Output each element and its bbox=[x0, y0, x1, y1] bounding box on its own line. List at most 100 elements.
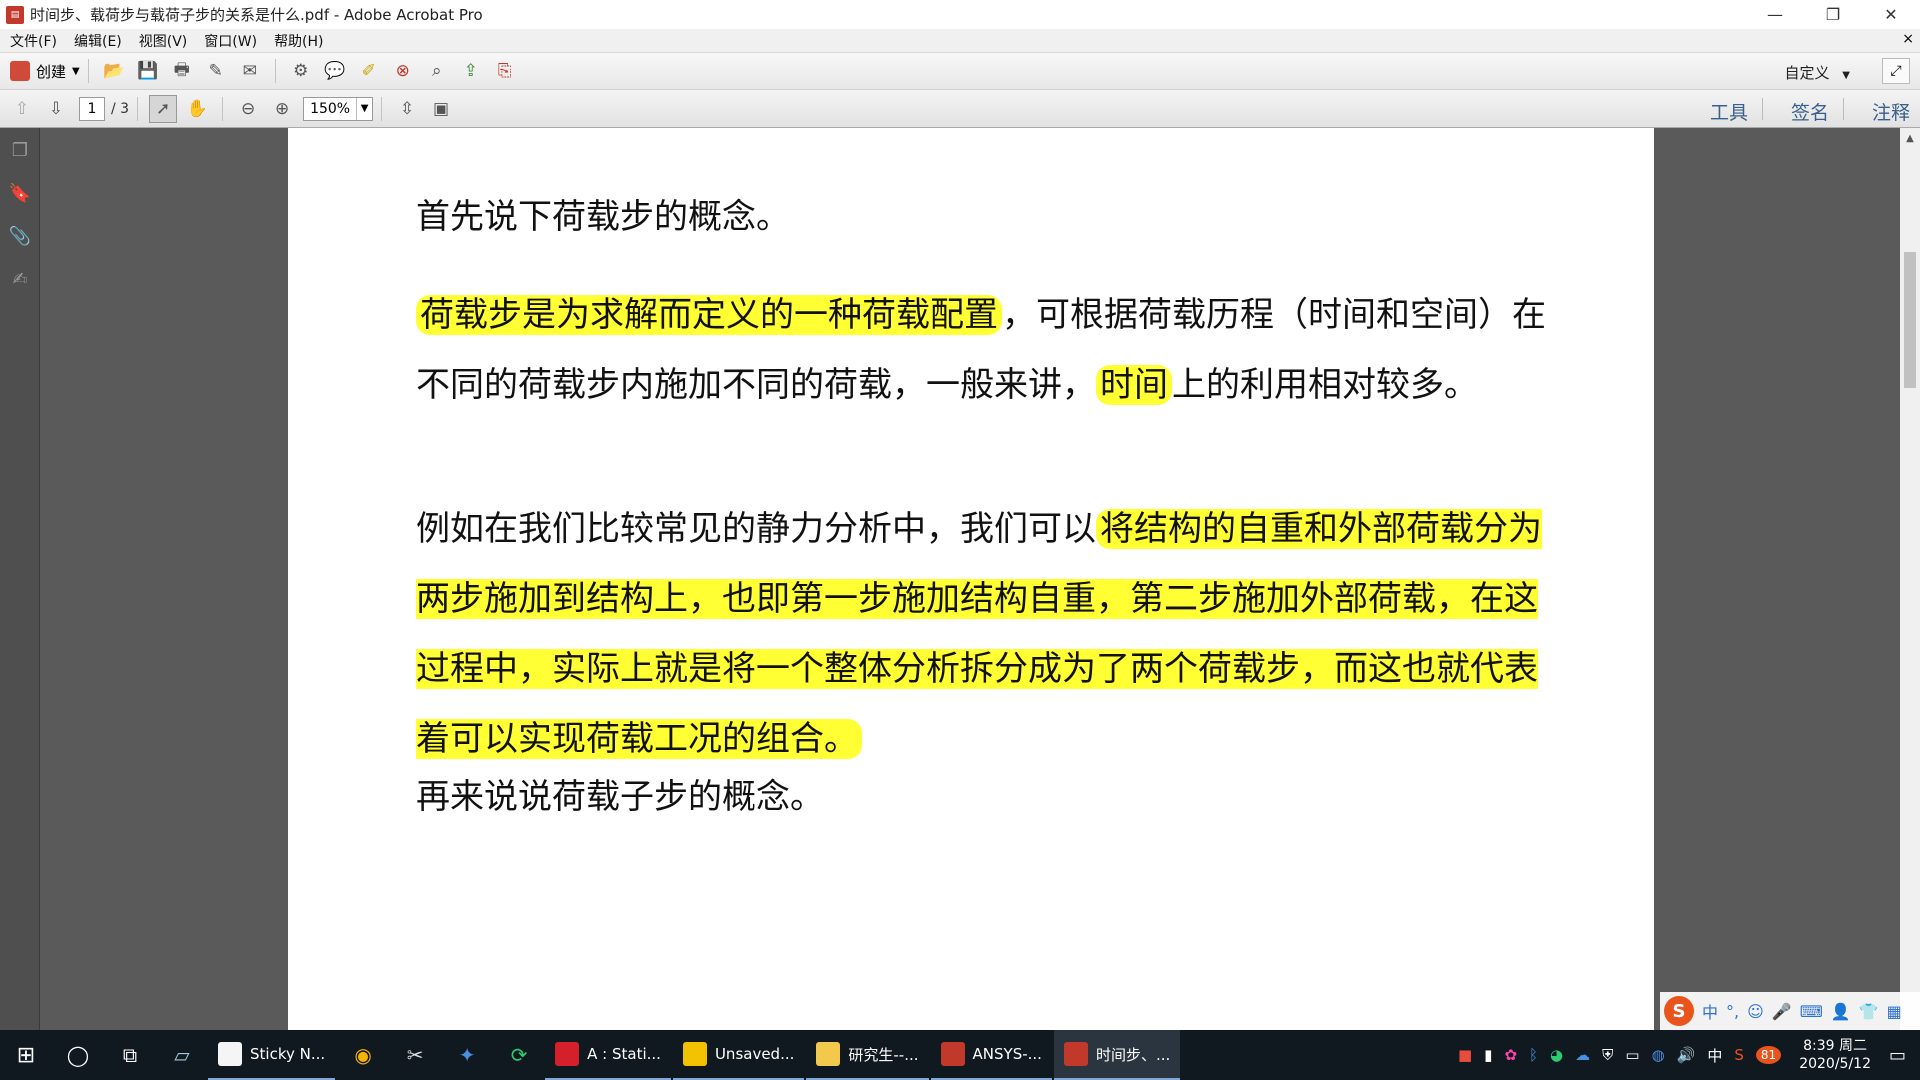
cloud-icon[interactable]: ☁ bbox=[1575, 1046, 1590, 1064]
notes-app-icon[interactable]: ▱ bbox=[156, 1030, 208, 1080]
task-view-icon[interactable]: ⧉ bbox=[104, 1030, 156, 1080]
vertical-scrollbar[interactable]: ▲ bbox=[1900, 128, 1920, 1030]
windows-start-icon[interactable]: ⊞ bbox=[0, 1030, 52, 1080]
paragraph-1: 首先说下荷载步的概念。 bbox=[416, 197, 790, 237]
tab-sign[interactable]: 签名 bbox=[1791, 98, 1829, 125]
navigation-pane: ❐ 🔖 📎 ✍ bbox=[0, 128, 40, 1030]
highlighted-text[interactable]: 荷载步是为求解而定义的一种荷载配置 bbox=[416, 295, 1002, 335]
toolbox-icon[interactable]: ▦ bbox=[1887, 1002, 1902, 1021]
tab-tools[interactable]: 工具 bbox=[1710, 98, 1748, 125]
page-number-input[interactable]: 1 bbox=[79, 96, 105, 121]
menu-help[interactable]: 帮助(H) bbox=[274, 31, 323, 51]
zoom-select[interactable]: 150% ▼ bbox=[303, 96, 374, 121]
attachments-icon[interactable]: 📎 bbox=[8, 224, 32, 248]
wechat-icon[interactable]: ◕ bbox=[1550, 1046, 1563, 1064]
hand-tool-icon[interactable]: ✋ bbox=[183, 95, 211, 123]
find-icon[interactable]: ⌕ bbox=[423, 57, 451, 85]
pdf-page[interactable]: 首先说下荷载步的概念。 荷载步是为求解而定义的一种荷载配置 ，可根据荷载历程（时间… bbox=[288, 128, 1654, 1030]
input-language-icon[interactable]: 中 bbox=[1707, 1045, 1722, 1066]
customize-dropdown[interactable]: 自定义 ▼ bbox=[1785, 62, 1851, 83]
open-folder-icon[interactable]: 📂 bbox=[100, 57, 128, 85]
sticky-notes-icon bbox=[218, 1042, 242, 1066]
taskbar-app-label: 研究生--... bbox=[848, 1045, 919, 1064]
menu-window[interactable]: 窗口(W) bbox=[204, 31, 257, 51]
bookmarks-icon[interactable]: 🔖 bbox=[8, 181, 32, 205]
comment-icon[interactable]: 💬 bbox=[321, 57, 349, 85]
stamp-icon[interactable]: ⎘ bbox=[491, 57, 519, 85]
notification-badge[interactable]: 81 bbox=[1755, 1046, 1782, 1064]
next-page-icon[interactable]: ⇩ bbox=[42, 95, 70, 123]
chrome-icon[interactable]: ◉ bbox=[337, 1030, 389, 1080]
microphone-icon[interactable]: 🎤 bbox=[1772, 1002, 1792, 1021]
edit-icon[interactable]: ✎ bbox=[202, 57, 230, 85]
search-icon[interactable]: ◯ bbox=[52, 1030, 104, 1080]
emoji-icon[interactable]: ☺ bbox=[1747, 1002, 1764, 1021]
fit-page-icon[interactable]: ▣ bbox=[427, 95, 455, 123]
scrollbar-thumb[interactable] bbox=[1904, 252, 1916, 388]
delete-page-icon[interactable]: ⊗ bbox=[389, 57, 417, 85]
keyboard-icon[interactable]: ⌨ bbox=[1800, 1002, 1823, 1021]
signatures-icon[interactable]: ✍ bbox=[8, 267, 32, 291]
taskbar-app-ansys-workbench[interactable]: Unsaved... bbox=[672, 1030, 805, 1080]
menu-view[interactable]: 视图(V) bbox=[139, 31, 188, 51]
action-center-icon[interactable]: ▭ bbox=[1889, 1045, 1906, 1066]
create-pdf-icon bbox=[10, 61, 30, 81]
taskbar-app-ansys-mechanical[interactable]: A : Stati... bbox=[545, 1030, 671, 1080]
taskbar-app-ansys-pdf[interactable]: ANSYS-... bbox=[930, 1030, 1052, 1080]
page-thumbnails-icon[interactable]: ❐ bbox=[8, 138, 32, 162]
snipping-tool-icon[interactable]: ✂ bbox=[389, 1030, 441, 1080]
taskbar-app-label: 时间步、... bbox=[1095, 1045, 1171, 1064]
full-screen-icon[interactable]: ⤢ bbox=[1882, 58, 1910, 84]
chevron-down-icon[interactable]: ▼ bbox=[356, 97, 372, 120]
tab-comment[interactable]: 注释 bbox=[1872, 98, 1910, 125]
skin-icon[interactable]: 👕 bbox=[1859, 1002, 1879, 1021]
minimize-button[interactable]: — bbox=[1746, 0, 1804, 29]
close-document-button[interactable]: × bbox=[1902, 31, 1914, 47]
taskbar-app-label: A : Stati... bbox=[587, 1045, 661, 1063]
network-icon[interactable]: ◍ bbox=[1652, 1046, 1665, 1064]
ime-language[interactable]: 中 bbox=[1702, 999, 1718, 1023]
create-button[interactable]: 创建 ▼ bbox=[10, 61, 80, 82]
shield-icon[interactable]: ⛨ bbox=[1602, 1046, 1613, 1064]
highlight-icon[interactable]: ✐ bbox=[355, 57, 383, 85]
antivirus-icon[interactable]: ■ bbox=[1458, 1046, 1472, 1064]
mechanical-icon bbox=[555, 1042, 580, 1066]
speaker-icon[interactable]: 🔊 bbox=[1677, 1046, 1696, 1064]
email-icon[interactable]: ✉ bbox=[236, 57, 264, 85]
settings-icon[interactable]: ⚙ bbox=[287, 57, 315, 85]
user-icon[interactable]: 👤 bbox=[1831, 1002, 1851, 1021]
fit-width-icon[interactable]: ⇳ bbox=[393, 95, 421, 123]
page-total: / 3 bbox=[111, 100, 130, 117]
close-button[interactable]: ✕ bbox=[1862, 0, 1920, 29]
taskbar-app-folder[interactable]: 研究生--... bbox=[806, 1030, 929, 1080]
bluetooth-icon[interactable]: ᛒ bbox=[1529, 1046, 1538, 1064]
scroll-up-icon[interactable]: ▲ bbox=[1900, 128, 1920, 148]
taskbar: ⊞ ◯ ⧉ ▱ Sticky N... ◉ ✂ ✦ ⟳ A : Stati...… bbox=[0, 1030, 1920, 1080]
select-tool-icon[interactable]: ➚ bbox=[149, 94, 178, 123]
taskbar-app-current-pdf[interactable]: 时间步、... bbox=[1053, 1030, 1181, 1080]
chevron-down-icon: ▼ bbox=[1842, 70, 1850, 81]
clock-time: 8:39 周二 bbox=[1803, 1038, 1868, 1054]
refresh-app-icon[interactable]: ⟳ bbox=[493, 1030, 545, 1080]
workbench-icon bbox=[682, 1042, 707, 1066]
zoom-in-icon[interactable]: ⊕ bbox=[268, 95, 296, 123]
monitor-icon[interactable]: ▭ bbox=[1625, 1046, 1639, 1064]
flower-icon[interactable]: ✿ bbox=[1504, 1046, 1517, 1064]
bookmark-tray-icon[interactable]: ▮ bbox=[1484, 1046, 1492, 1064]
system-clock[interactable]: 8:39 周二 2020/5/12 bbox=[1799, 1037, 1871, 1073]
save-icon[interactable]: 💾 bbox=[134, 57, 162, 85]
menu-file[interactable]: 文件(F) bbox=[10, 31, 57, 51]
menu-edit[interactable]: 编辑(E) bbox=[74, 31, 122, 51]
restore-button[interactable]: ❐ bbox=[1804, 0, 1862, 29]
sogou-ime-icon[interactable]: S bbox=[1664, 996, 1694, 1026]
zoom-out-icon[interactable]: ⊖ bbox=[234, 95, 262, 123]
network-app-icon[interactable]: ✦ bbox=[441, 1030, 493, 1080]
sogou-tray-icon[interactable]: S bbox=[1734, 1046, 1744, 1064]
taskbar-app-sticky-notes[interactable]: Sticky N... bbox=[208, 1030, 336, 1080]
previous-page-icon[interactable]: ⇧ bbox=[8, 95, 36, 123]
export-icon[interactable]: ⇪ bbox=[457, 57, 485, 85]
print-icon[interactable]: 🖶 bbox=[168, 57, 196, 85]
highlighted-text[interactable]: 时间 bbox=[1096, 365, 1172, 405]
document-view[interactable]: 首先说下荷载步的概念。 荷载步是为求解而定义的一种荷载配置 ，可根据荷载历程（时间… bbox=[41, 128, 1900, 1030]
punctuation-icon[interactable]: °, bbox=[1726, 1002, 1739, 1021]
